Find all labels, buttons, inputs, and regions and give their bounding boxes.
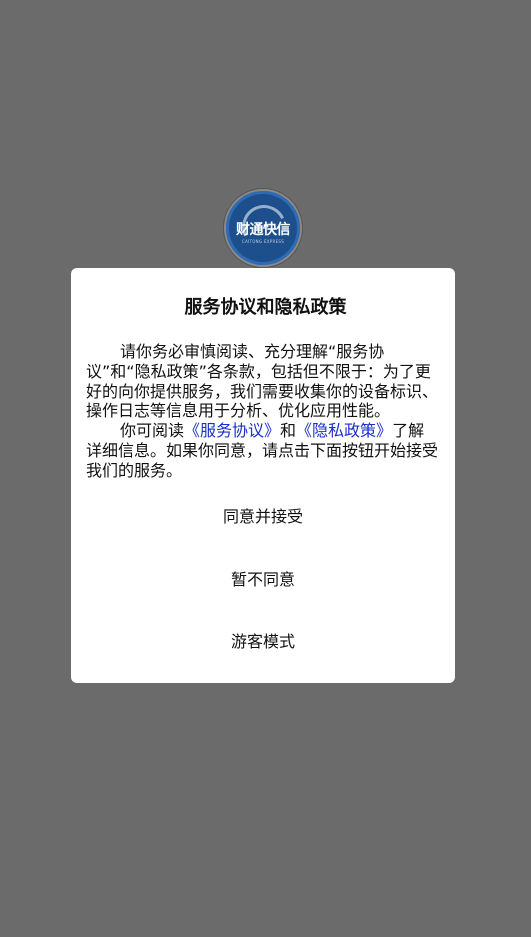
accept-button[interactable]: 同意并接受: [71, 497, 455, 537]
guest-mode-button[interactable]: 游客模式: [71, 622, 455, 662]
dialog-body: 请你务必审慎阅读、充分理解“服务协议”和“隐私政策”各条款，包括但不限于：为了更…: [86, 342, 440, 481]
logo-subtext: CAITONG EXPRESS: [241, 239, 285, 244]
paragraph-2-prefix: 你可阅读: [120, 421, 185, 441]
dialog-paragraph-1: 请你务必审慎阅读、充分理解“服务协议”和“隐私政策”各条款，包括但不限于：为了更…: [86, 342, 439, 421]
logo-text: 财通快信: [236, 222, 291, 238]
privacy-policy-link[interactable]: 《隐私政策》: [296, 421, 392, 440]
dialog-title: 服务协议和隐私政策: [184, 297, 347, 318]
and-text: 和: [280, 421, 297, 441]
service-agreement-link[interactable]: 《服务协议》: [184, 421, 280, 440]
decline-button[interactable]: 暂不同意: [71, 560, 455, 600]
app-logo: 财通快信 CAITONG EXPRESS: [224, 189, 302, 267]
dialog-paragraph-2: 你可阅读《服务协议》和《隐私政策》了解详细信息。如果你同意，请点击下面按钮开始接…: [86, 421, 440, 480]
